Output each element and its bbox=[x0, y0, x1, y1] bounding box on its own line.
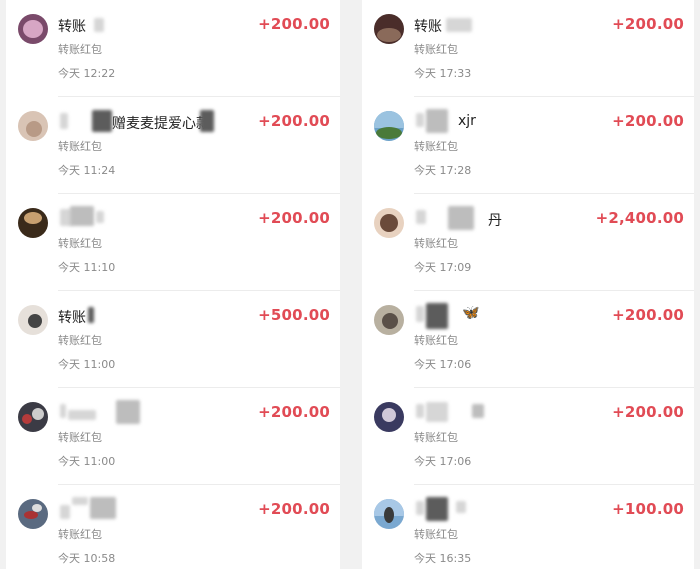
avatar bbox=[18, 14, 48, 44]
transaction-item[interactable]: 转账红包 今天 10:58 +200.00 bbox=[6, 485, 340, 569]
butterfly-emoji-icon: 🦋 bbox=[462, 305, 480, 321]
transaction-amount: +200.00 bbox=[612, 15, 684, 33]
transaction-title: 转账 bbox=[414, 19, 442, 35]
transaction-time: 今天 17:28 bbox=[414, 164, 472, 177]
transaction-item[interactable]: 赠麦麦提爱心款 转账红包 今天 11:24 +200.00 bbox=[6, 97, 340, 194]
avatar bbox=[374, 14, 404, 44]
right-transaction-list: 转账 转账红包 今天 17:33 +200.00 xjr 转账红包 今天 17:… bbox=[362, 0, 694, 569]
avatar bbox=[374, 305, 404, 335]
avatar bbox=[18, 305, 48, 335]
transaction-subtitle: 转账红包 bbox=[414, 431, 458, 444]
transaction-time: 今天 11:24 bbox=[58, 164, 116, 177]
transaction-subtitle: 转账红包 bbox=[414, 140, 458, 153]
transaction-subtitle: 转账红包 bbox=[58, 237, 102, 250]
transaction-amount: +200.00 bbox=[258, 112, 330, 130]
left-transaction-list: 转账 转账红包 今天 12:22 +200.00 赠麦麦提爱心款 转账红包 今天… bbox=[6, 0, 340, 569]
transaction-item[interactable]: 转账红包 今天 11:00 +200.00 bbox=[6, 388, 340, 485]
avatar bbox=[374, 208, 404, 238]
transaction-item[interactable]: 转账 转账红包 今天 11:00 +500.00 bbox=[6, 291, 340, 388]
transaction-time: 今天 11:00 bbox=[58, 358, 116, 371]
avatar bbox=[374, 499, 404, 529]
transaction-amount: +200.00 bbox=[612, 403, 684, 421]
avatar bbox=[374, 111, 404, 141]
transaction-title: xjr bbox=[458, 113, 476, 129]
transaction-subtitle: 转账红包 bbox=[58, 431, 102, 444]
avatar bbox=[18, 111, 48, 141]
transaction-subtitle: 转账红包 bbox=[58, 528, 102, 541]
transaction-title: 转账 bbox=[58, 19, 86, 35]
transaction-amount: +200.00 bbox=[258, 403, 330, 421]
transaction-time: 今天 11:10 bbox=[58, 261, 116, 274]
transaction-amount: +200.00 bbox=[258, 209, 330, 227]
transaction-time: 今天 17:33 bbox=[414, 67, 472, 80]
transaction-time: 今天 17:06 bbox=[414, 455, 472, 468]
transaction-amount: +200.00 bbox=[612, 112, 684, 130]
transaction-subtitle: 转账红包 bbox=[58, 334, 102, 347]
transaction-amount: +500.00 bbox=[258, 306, 330, 324]
transaction-time: 今天 11:00 bbox=[58, 455, 116, 468]
transaction-time: 今天 17:09 bbox=[414, 261, 472, 274]
transaction-item[interactable]: 转账 转账红包 今天 17:33 +200.00 bbox=[362, 0, 694, 97]
transaction-time: 今天 16:35 bbox=[414, 552, 472, 565]
avatar bbox=[18, 402, 48, 432]
avatar bbox=[18, 499, 48, 529]
transaction-subtitle: 转账红包 bbox=[414, 237, 458, 250]
transaction-title: 赠麦麦提爱心款 bbox=[112, 116, 210, 132]
transaction-amount: +2,400.00 bbox=[595, 209, 684, 227]
avatar bbox=[374, 402, 404, 432]
transaction-amount: +200.00 bbox=[612, 306, 684, 324]
transaction-amount: +200.00 bbox=[258, 15, 330, 33]
transaction-title: 转账 bbox=[58, 310, 86, 326]
transaction-item[interactable]: 🦋 转账红包 今天 17:06 +200.00 bbox=[362, 291, 694, 388]
avatar bbox=[18, 208, 48, 238]
transaction-item[interactable]: 丹 转账红包 今天 17:09 +2,400.00 bbox=[362, 194, 694, 291]
transaction-time: 今天 17:06 bbox=[414, 358, 472, 371]
transaction-subtitle: 转账红包 bbox=[414, 43, 458, 56]
transaction-amount: +100.00 bbox=[612, 500, 684, 518]
transaction-subtitle: 转账红包 bbox=[414, 334, 458, 347]
transaction-item[interactable]: 转账红包 今天 16:35 +100.00 bbox=[362, 485, 694, 569]
transaction-subtitle: 转账红包 bbox=[58, 140, 102, 153]
transaction-item[interactable]: 转账红包 今天 17:06 +200.00 bbox=[362, 388, 694, 485]
transaction-amount: +200.00 bbox=[258, 500, 330, 518]
transaction-item[interactable]: 转账 转账红包 今天 12:22 +200.00 bbox=[6, 0, 340, 97]
transaction-subtitle: 转账红包 bbox=[58, 43, 102, 56]
transaction-time: 今天 12:22 bbox=[58, 67, 116, 80]
transaction-subtitle: 转账红包 bbox=[414, 528, 458, 541]
transaction-time: 今天 10:58 bbox=[58, 552, 116, 565]
transaction-title: 丹 bbox=[488, 213, 502, 229]
transaction-item[interactable]: xjr 转账红包 今天 17:28 +200.00 bbox=[362, 97, 694, 194]
transaction-item[interactable]: 转账红包 今天 11:10 +200.00 bbox=[6, 194, 340, 291]
